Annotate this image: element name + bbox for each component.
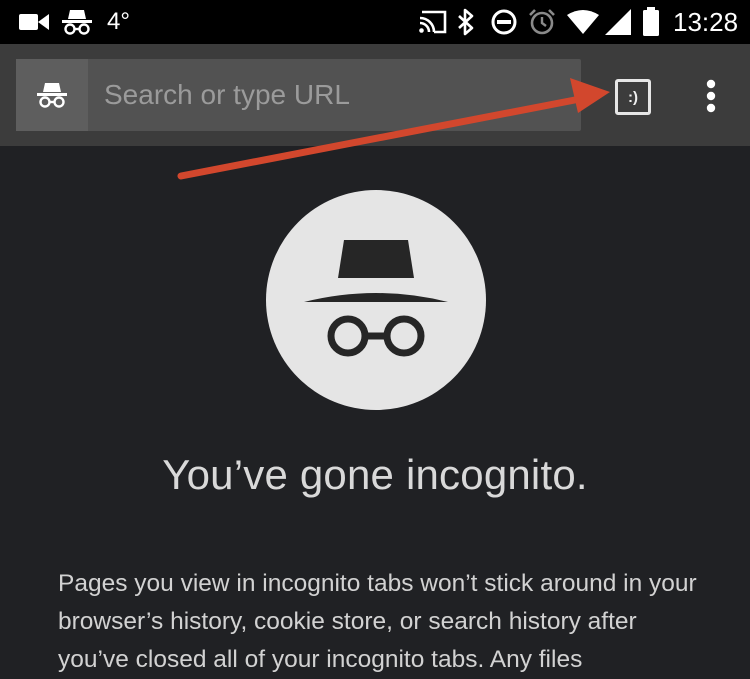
incognito-logo [266, 190, 486, 410]
incognito-description: Pages you view in incognito tabs won’t s… [58, 570, 697, 673]
incognito-icon [304, 240, 448, 357]
page-title: You’ve gone incognito. [162, 451, 588, 498]
